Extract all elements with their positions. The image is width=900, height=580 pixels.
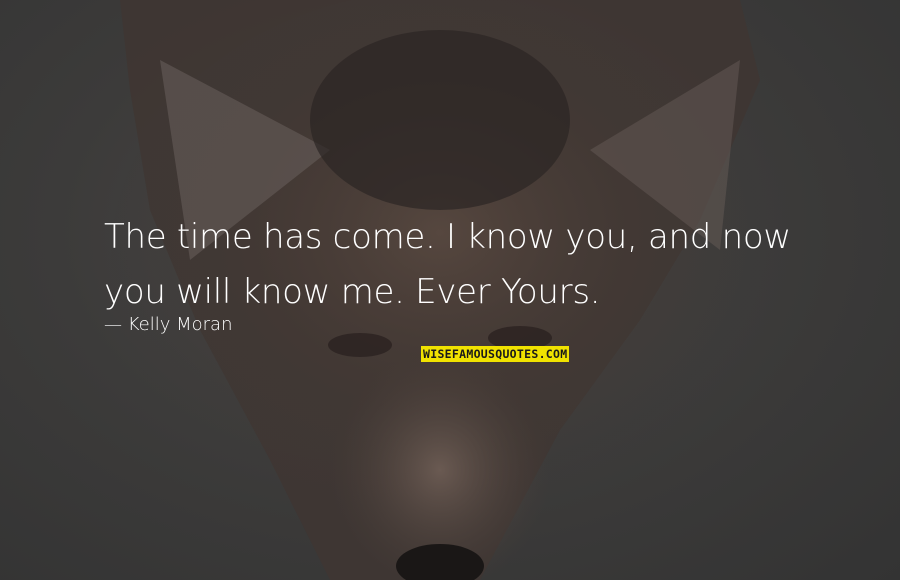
quote-image: The time has come. I know you, and now y…	[0, 0, 900, 580]
coyote-left-eye	[328, 333, 392, 357]
quote-line-1: The time has come. I know you, and now	[104, 217, 791, 257]
site-watermark: WISEFAMOUSQUOTES.COM	[421, 346, 570, 362]
author-name: Kelly Moran	[127, 314, 233, 335]
quote-line-2: you will know me. Ever Yours.	[104, 272, 601, 312]
quote-text: The time has come. I know you, and now y…	[104, 210, 824, 320]
quote-author: — Kelly Moran	[104, 314, 233, 335]
